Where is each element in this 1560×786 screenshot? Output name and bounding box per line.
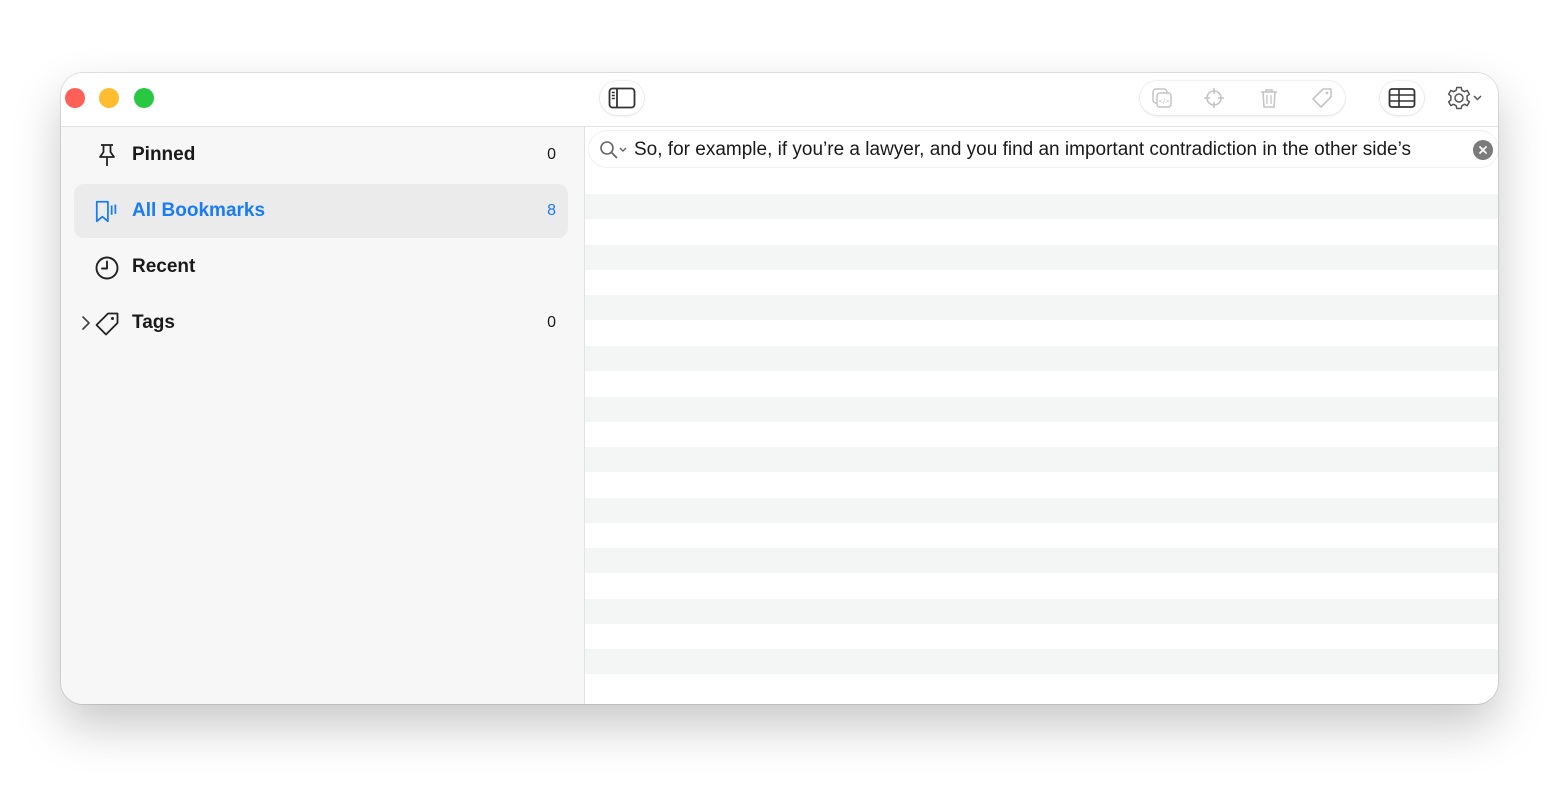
chevron-down-icon (1473, 95, 1482, 101)
search-field[interactable]: So, for example, if you’re a lawyer, and… (589, 131, 1498, 167)
zoom-window-button[interactable] (134, 88, 154, 108)
list-row (585, 447, 1498, 472)
clear-search-icon[interactable] (1473, 140, 1493, 160)
close-window-button[interactable] (65, 88, 85, 108)
copy-link-icon[interactable]: </> (1151, 87, 1173, 109)
settings-menu-button[interactable] (1441, 81, 1491, 115)
search-icon[interactable] (599, 140, 631, 160)
sidebar-item-count: 0 (547, 146, 556, 163)
sidebar-item-recent[interactable]: Recent (74, 240, 568, 294)
sidebar-item-count: 8 (547, 202, 556, 219)
list-row (585, 295, 1498, 320)
tag-icon[interactable] (1311, 87, 1333, 109)
sidebar-item-pinned[interactable]: Pinned 0 (74, 128, 568, 182)
gear-icon (1446, 85, 1486, 111)
pin-icon (94, 143, 120, 169)
sidebar-item-count: 0 (547, 314, 556, 331)
search-input[interactable]: So, for example, if you’re a lawyer, and… (634, 139, 1464, 161)
bookmark-actions-group: </> (1140, 81, 1345, 115)
sidebar-item-label: Recent (132, 256, 196, 277)
bookmark-list: So, for example, if you’re a lawyer, and… (585, 127, 1498, 704)
svg-text:</>: </> (1158, 98, 1170, 105)
list-row (585, 346, 1498, 371)
sidebar-toggle-icon (608, 87, 636, 109)
trash-icon[interactable] (1258, 87, 1280, 109)
table-view-button[interactable] (1380, 81, 1424, 115)
tag-icon (94, 311, 120, 337)
bookmarks-icon (94, 199, 120, 225)
chevron-right-icon[interactable] (80, 313, 92, 333)
clock-icon (94, 255, 120, 281)
table-view-icon (1388, 87, 1416, 109)
sidebar-item-label: Pinned (132, 144, 196, 165)
list-row (585, 397, 1498, 422)
list-row (585, 498, 1498, 523)
sidebar-toggle-button[interactable] (600, 81, 644, 115)
titlebar: </> (61, 73, 1498, 127)
list-row (585, 245, 1498, 270)
sidebar-item-label: Tags (132, 312, 175, 333)
list-row (585, 194, 1498, 219)
app-window: </> Pinned 0 All Bookmarks 8 Recent Tags… (61, 73, 1498, 704)
list-row (585, 599, 1498, 624)
list-row (585, 548, 1498, 573)
crosshair-icon[interactable] (1203, 87, 1225, 109)
sidebar-item-label: All Bookmarks (132, 200, 266, 221)
sidebar-item-tags[interactable]: Tags 0 (74, 296, 568, 350)
sidebar-item-all-bookmarks[interactable]: All Bookmarks 8 (74, 184, 568, 238)
minimize-window-button[interactable] (99, 88, 119, 108)
list-row (585, 649, 1498, 674)
sidebar: Pinned 0 All Bookmarks 8 Recent Tags 0 (61, 127, 585, 704)
